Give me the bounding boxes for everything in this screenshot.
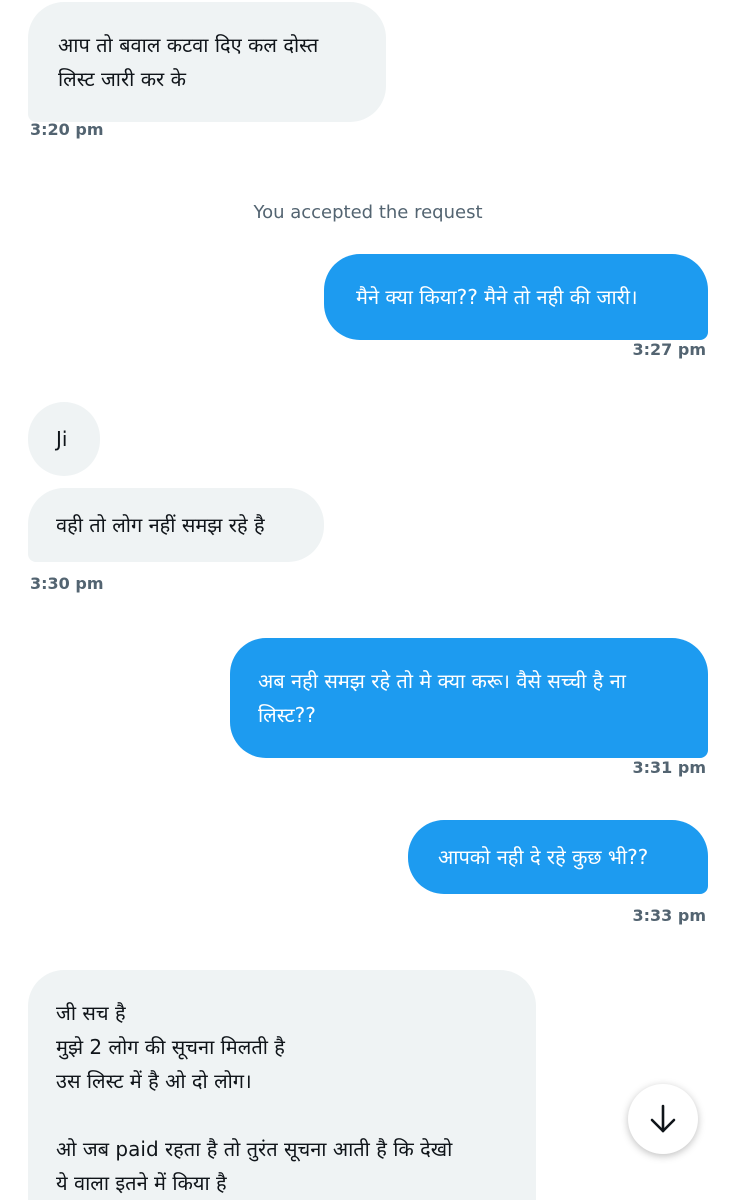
- arrow-down-icon: [650, 1104, 676, 1133]
- outgoing-message[interactable]: आपको नही दे रहे कुछ भी??: [408, 820, 708, 894]
- outgoing-message[interactable]: मैने क्या किया?? मैने तो नही की जारी।: [324, 254, 708, 340]
- message-timestamp: 3:30 pm: [30, 574, 104, 593]
- incoming-message[interactable]: जी सच है मुझे 2 लोग की सूचना मिलती है उस…: [28, 970, 536, 1200]
- incoming-message[interactable]: वही तो लोग नहीं समझ रहे है: [28, 488, 324, 562]
- message-timestamp: 3:33 pm: [632, 906, 707, 925]
- message-timestamp: 3:27 pm: [632, 340, 707, 359]
- message-timestamp: 3:20 pm: [30, 120, 104, 139]
- scroll-to-bottom-button[interactable]: [628, 1084, 698, 1154]
- request-accepted-notice: You accepted the request: [253, 202, 483, 223]
- message-timestamp: 3:31 pm: [632, 758, 707, 777]
- outgoing-message[interactable]: अब नही समझ रहे तो मे क्या करू। वैसे सच्च…: [230, 638, 708, 758]
- chat-thread: आप तो बवाल कटवा दिए कल दोस्त लिस्ट जारी …: [0, 0, 736, 1200]
- incoming-message[interactable]: Ji: [28, 402, 100, 476]
- incoming-message[interactable]: आप तो बवाल कटवा दिए कल दोस्त लिस्ट जारी …: [28, 2, 386, 122]
